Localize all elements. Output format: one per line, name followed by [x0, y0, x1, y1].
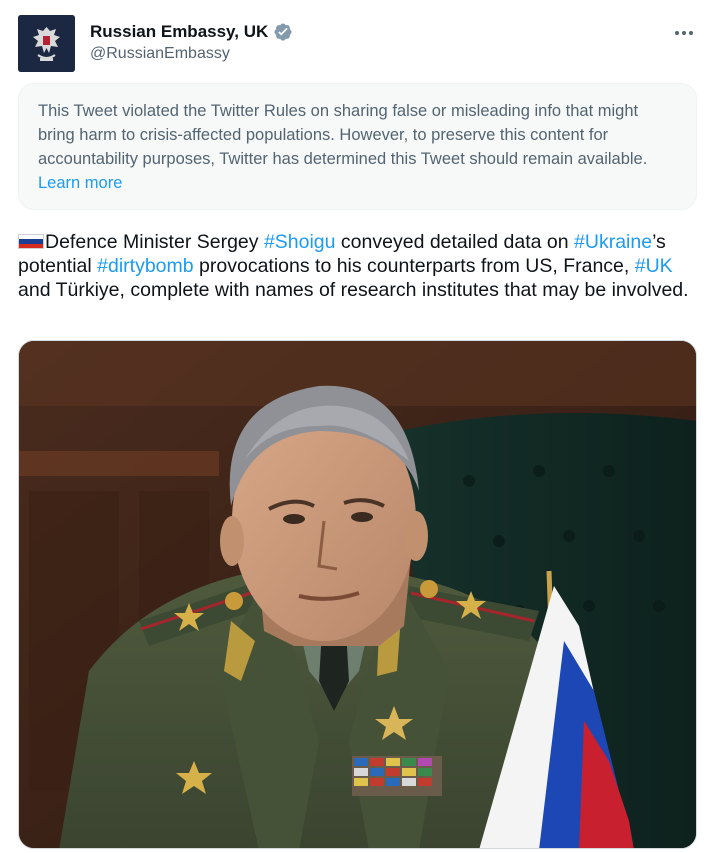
display-name[interactable]: Russian Embassy, UK [90, 22, 268, 42]
tweet-header: Russian Embassy, UK @RussianEmbassy [18, 15, 698, 75]
hashtag-link[interactable]: #UK [635, 255, 673, 277]
policy-notice: This Tweet violated the Twitter Rules on… [18, 83, 697, 210]
tweet-segment: provocations to his counterparts from US… [193, 255, 635, 277]
russia-flag-icon [18, 234, 44, 249]
avatar[interactable] [18, 15, 75, 72]
hashtag-link[interactable]: #dirtybomb [97, 255, 193, 277]
name-row: Russian Embassy, UK [90, 21, 293, 43]
hashtag-link[interactable]: #Shoigu [264, 231, 336, 253]
notice-text: This Tweet violated the Twitter Rules on… [38, 102, 648, 168]
tweet-photo[interactable] [18, 340, 697, 849]
verified-badge-icon [274, 23, 292, 41]
more-options-icon[interactable] [670, 23, 698, 43]
handle[interactable]: @RussianEmbassy [90, 45, 230, 63]
hashtag-link[interactable]: #Ukraine [574, 231, 652, 253]
tweet-segment: and Türkiye, complete with names of rese… [18, 279, 689, 301]
tweet-segment: conveyed detailed data on [335, 231, 575, 253]
tweet-text: Defence Minister Sergey #Shoigu conveyed… [18, 230, 698, 302]
learn-more-link[interactable]: Learn more [38, 174, 122, 192]
tweet-segment: Defence Minister Sergey [45, 231, 264, 253]
